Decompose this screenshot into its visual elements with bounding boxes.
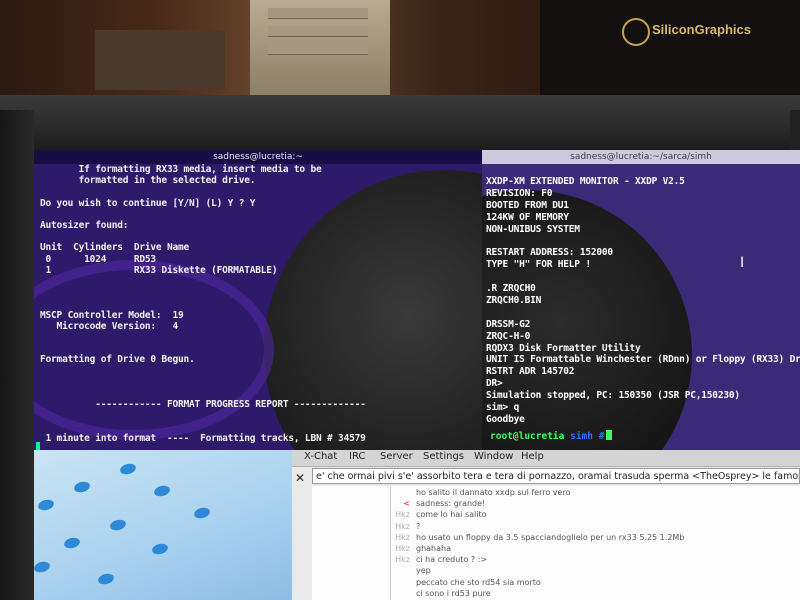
menu-item-irc[interactable]: IRC: [349, 451, 365, 462]
terminal-line: Do you wish to continue [Y/N] (L) Y ? Y: [40, 197, 256, 209]
shell-prompt[interactable]: root@lucretia simh #: [490, 430, 613, 442]
terminal-line: MSCP Controller Model: 19: [40, 309, 184, 321]
terminal-line: 0 1024 RD53: [40, 253, 157, 265]
terminal-line: ------------ FORMAT PROGRESS REPORT ----…: [40, 399, 366, 411]
terminal-line: If formatting RX33 media, insert media t…: [40, 164, 322, 175]
terminal-line: 1 RX33 Diskette (FORMATABLE): [40, 264, 278, 276]
drive-bay: [268, 26, 368, 37]
chat-log: ho salito il dannato xxdp sul ferro vero…: [312, 486, 800, 600]
wallpaper-dot: [108, 518, 128, 532]
wallpaper-dot: [150, 542, 170, 556]
prompt-path: simh #: [570, 431, 605, 442]
terminal-line: XXDP-XM EXTENDED MONITOR - XXDP V2.5: [486, 175, 685, 187]
sgi-logo-text: SiliconGraphics: [652, 22, 751, 37]
wallpaper-dot: [34, 560, 52, 574]
wallpaper-dot: [36, 498, 56, 512]
menu-item-xchat[interactable]: X-Chat: [304, 451, 337, 462]
sgi-logo-icon: [622, 18, 650, 46]
menu-item-settings[interactable]: Settings: [423, 451, 464, 462]
terminal-line: TYPE "H" FOR HELP !: [486, 259, 591, 271]
terminal-line: Goodbye: [486, 413, 525, 425]
terminal-line: NON-UNIBUS SYSTEM: [486, 223, 580, 235]
wallpaper-dot: [96, 572, 116, 586]
terminal-line: Simulation stopped, PC: 150350 (JSR PC,1…: [486, 390, 740, 402]
desktop-wallpaper: [34, 450, 292, 600]
prompt-cursor: [606, 430, 613, 440]
computer-tower: [250, 0, 390, 95]
terminal-line: UNIT IS Formattable Winchester (RDnn) or…: [486, 354, 800, 366]
drive-bay: [268, 44, 368, 55]
terminal-line: ZRQC-H-0: [486, 330, 531, 342]
xchat-menubar: X-Chat IRC Server Settings Window Help: [292, 450, 800, 467]
chat-message: ci sono i rd53 pure: [312, 587, 800, 600]
terminal-line: BOOTED FROM DU1: [486, 199, 569, 211]
laptop-bezel-left: [0, 110, 34, 600]
right-terminal-window[interactable]: sadness@lucretia:~/sarca/simh XXDP-XM EX…: [482, 150, 800, 450]
background-box: [95, 30, 225, 90]
left-terminal-cursor: [36, 442, 40, 450]
terminal-line: 124KW OF MEMORY: [486, 211, 569, 223]
terminal-line: RSTRT ADR 145702: [486, 366, 575, 378]
background-monitor: SiliconGraphics: [540, 0, 800, 100]
terminal-line: ZRQCH0.BIN: [486, 294, 542, 306]
terminal-line: DRSSM-G2: [486, 318, 531, 330]
chat-text: ci sono i rd53 pure: [416, 588, 491, 598]
close-icon[interactable]: ✕: [294, 472, 306, 484]
terminal-line: Formatting of Drive 0 Begun.: [40, 354, 195, 366]
wallpaper-dot: [62, 536, 82, 550]
terminal-line: Microcode Version: 4: [40, 320, 179, 332]
wallpaper-dot: [118, 462, 138, 476]
wallpaper-dot: [152, 484, 172, 498]
xchat-window[interactable]: X-Chat IRC Server Settings Window Help ✕…: [292, 450, 800, 600]
laptop-bezel: [0, 95, 800, 150]
topic-field[interactable]: e' che ormai pivi s'e' assorbito tera e …: [312, 468, 800, 484]
menu-item-server[interactable]: Server: [380, 451, 413, 462]
text-cursor-icon: I: [740, 255, 745, 271]
wallpaper-dot: [72, 480, 92, 494]
left-terminal-titlebar[interactable]: sadness@lucretia:~: [34, 150, 482, 164]
terminal-line: Autosizer found:: [40, 220, 129, 231]
terminal-line: RQDX3 Disk Formatter Utility: [486, 342, 641, 354]
wallpaper-dot: [192, 506, 212, 520]
terminal-line: DR>: [486, 378, 503, 390]
right-terminal-titlebar[interactable]: sadness@lucretia:~/sarca/simh: [482, 150, 800, 164]
terminal-line: formatted in the selected drive.: [40, 175, 256, 187]
terminal-line: sim> q: [486, 402, 520, 413]
menu-item-window[interactable]: Window: [474, 451, 513, 462]
drive-bay: [268, 8, 368, 19]
prompt-user: root@lucretia: [490, 431, 565, 442]
nick-separator: [390, 486, 391, 600]
terminal-line: Unit Cylinders Drive Name: [40, 242, 190, 254]
menu-item-help[interactable]: Help: [521, 451, 544, 462]
terminal-line: 1 minute into format ---- Formatting tra…: [40, 432, 366, 444]
terminal-line: RESTART ADDRESS: 152000: [486, 247, 613, 259]
terminal-line: REVISION: F0: [486, 187, 553, 199]
left-terminal-window[interactable]: sadness@lucretia:~ If formatting RX33 me…: [34, 150, 482, 450]
terminal-line: .R ZRQCH0: [486, 283, 536, 294]
